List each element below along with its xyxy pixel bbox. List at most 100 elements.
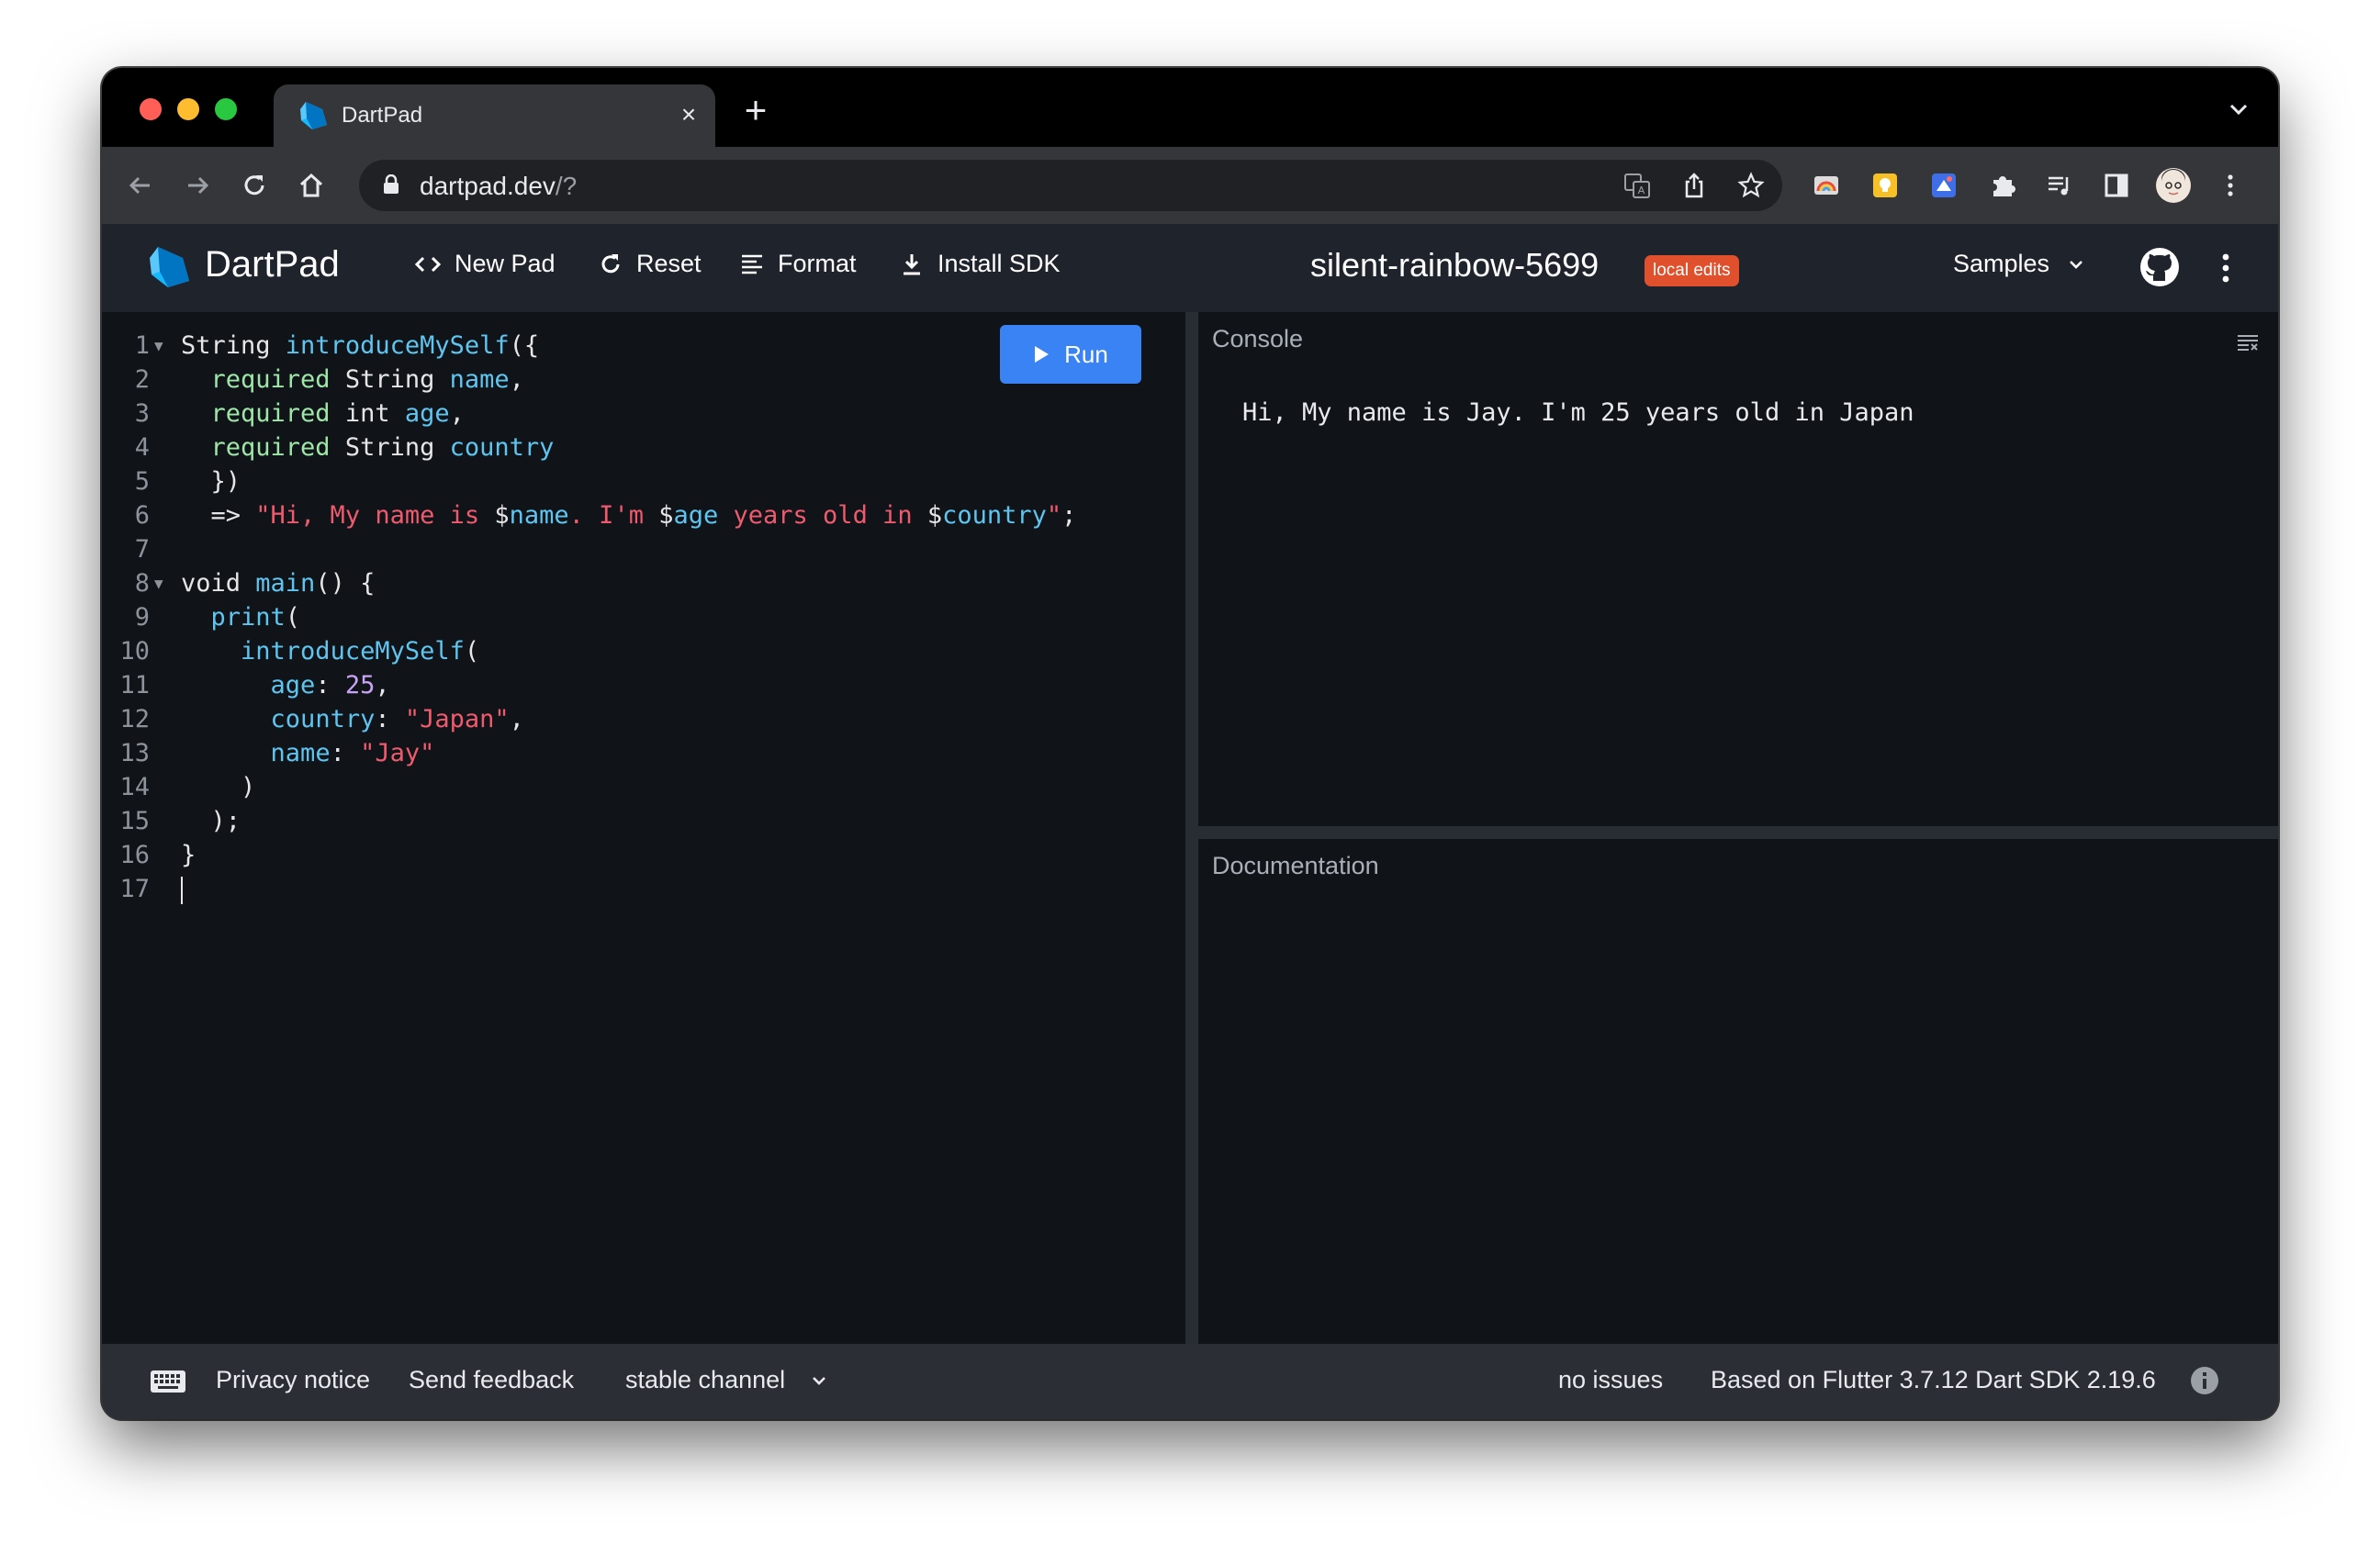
code-token: "Jay" xyxy=(360,739,435,767)
url-host: dartpad.dev xyxy=(420,172,556,200)
install-sdk-button[interactable]: Install SDK xyxy=(899,250,1061,278)
pad-name[interactable]: silent-rainbow-5699 xyxy=(1310,246,1599,285)
privacy-notice-link[interactable]: Privacy notice xyxy=(216,1366,370,1394)
github-icon[interactable] xyxy=(2139,246,2181,288)
keyboard-icon[interactable] xyxy=(150,1368,186,1395)
samples-dropdown[interactable]: Samples xyxy=(1953,250,2086,278)
code-token: name xyxy=(270,739,331,767)
send-feedback-link[interactable]: Send feedback xyxy=(409,1366,574,1394)
code-token: , xyxy=(509,365,524,394)
code-editor[interactable]: 1 ▼ String introduceMySelf({2 required Str… xyxy=(102,312,1185,1344)
dartpad-header: DartPad New Pad Reset Format Install SDK… xyxy=(102,224,2278,312)
code-token: void xyxy=(181,569,256,598)
side-panel-icon xyxy=(2105,173,2128,197)
code-icon xyxy=(414,256,442,272)
browser-tab-dartpad[interactable]: DartPad × xyxy=(274,84,715,147)
blue-extension-icon xyxy=(1932,173,1956,197)
close-tab-icon[interactable]: × xyxy=(673,99,704,130)
code-token: ( xyxy=(464,637,480,666)
fold-arrow-icon[interactable]: ▼ xyxy=(154,566,163,600)
line-number: 9 xyxy=(134,603,150,632)
info-icon[interactable] xyxy=(2190,1366,2219,1395)
code-token: name xyxy=(449,365,510,394)
code-token: required xyxy=(210,365,331,394)
code-token: , xyxy=(449,399,465,428)
side-panel-button[interactable] xyxy=(2096,165,2137,206)
line-number: 7 xyxy=(134,535,150,564)
code-text: required String name, xyxy=(181,363,524,397)
line-number: 5 xyxy=(134,467,150,496)
code-token: main xyxy=(255,569,316,598)
install-sdk-label: Install SDK xyxy=(937,250,1061,277)
extension-rainbow[interactable] xyxy=(1806,165,1847,206)
chevron-down-icon xyxy=(813,1376,826,1385)
code-token: years old in xyxy=(718,501,927,530)
code-token: String xyxy=(330,365,450,394)
extensions-button[interactable] xyxy=(1982,165,2023,206)
chevron-down-icon[interactable] xyxy=(2225,95,2252,123)
code-text: void main() { xyxy=(181,566,375,600)
line-number: 12 xyxy=(119,705,150,733)
share-button[interactable] xyxy=(1678,169,1711,202)
code-token: required xyxy=(210,399,331,428)
code-text: name: "Jay" xyxy=(181,736,435,770)
bookmark-button[interactable] xyxy=(1734,169,1768,202)
playlist-icon xyxy=(2049,176,2069,196)
translate-button[interactable]: A xyxy=(1621,169,1654,202)
horizontal-splitter[interactable] xyxy=(1198,826,2278,839)
more-vert-icon[interactable] xyxy=(2212,248,2240,288)
console-panel: Console Hi, My name is Jay. I'm 25 years… xyxy=(1198,312,2278,826)
line-number: 1 xyxy=(134,331,150,360)
tab-strip: DartPad × + xyxy=(102,68,2278,147)
back-button[interactable] xyxy=(120,165,161,206)
new-pad-button[interactable]: New Pad xyxy=(414,250,556,278)
code-token: , xyxy=(375,671,390,699)
play-icon xyxy=(1035,346,1050,363)
channel-dropdown[interactable]: stable channel xyxy=(625,1366,829,1394)
code-token: age xyxy=(404,399,450,428)
extension-keep[interactable] xyxy=(1865,165,1905,206)
media-control-button[interactable] xyxy=(2039,165,2080,206)
arrow-left-icon xyxy=(129,176,150,195)
code-token: $ xyxy=(494,501,510,530)
vertical-splitter[interactable] xyxy=(1185,312,1198,1344)
run-label: Run xyxy=(1064,340,1108,368)
code-token: ; xyxy=(1061,501,1077,530)
extension-blue[interactable] xyxy=(1924,165,1964,206)
code-token: String xyxy=(181,331,286,360)
profile-avatar[interactable] xyxy=(2153,165,2194,206)
home-button[interactable] xyxy=(291,165,331,206)
maximize-window-button[interactable] xyxy=(215,98,237,120)
url-text[interactable]: dartpad.dev/? xyxy=(420,172,577,201)
fold-arrow-icon[interactable]: ▼ xyxy=(154,329,163,363)
more-vert-icon xyxy=(2228,174,2233,196)
code-text xyxy=(181,872,183,906)
code-text: String introduceMySelf({ xyxy=(181,329,539,363)
minimize-window-button[interactable] xyxy=(177,98,199,120)
close-window-button[interactable] xyxy=(140,98,162,120)
browser-menu-button[interactable] xyxy=(2210,165,2251,206)
reload-button[interactable] xyxy=(234,165,275,206)
chevron-down-icon xyxy=(2070,260,2082,269)
code-token: String xyxy=(330,433,450,462)
reset-button[interactable]: Reset xyxy=(598,250,702,278)
forward-button[interactable] xyxy=(177,165,218,206)
code-token: $ xyxy=(926,501,943,530)
code-token: ) xyxy=(181,773,256,801)
local-edits-badge: local edits xyxy=(1645,255,1739,286)
code-token: : xyxy=(315,671,345,699)
avatar-icon xyxy=(2156,168,2191,203)
clear-console-icon[interactable] xyxy=(2236,332,2260,352)
issues-status[interactable]: no issues xyxy=(1558,1366,1663,1394)
address-bar[interactable]: dartpad.dev/? A xyxy=(359,160,1782,211)
run-button[interactable]: Run xyxy=(1000,325,1141,384)
new-tab-button[interactable]: + xyxy=(735,91,776,132)
code-text: country: "Japan", xyxy=(181,702,524,736)
share-icon xyxy=(1685,173,1703,198)
format-button[interactable]: Format xyxy=(739,250,857,278)
code-token: age xyxy=(673,501,719,530)
